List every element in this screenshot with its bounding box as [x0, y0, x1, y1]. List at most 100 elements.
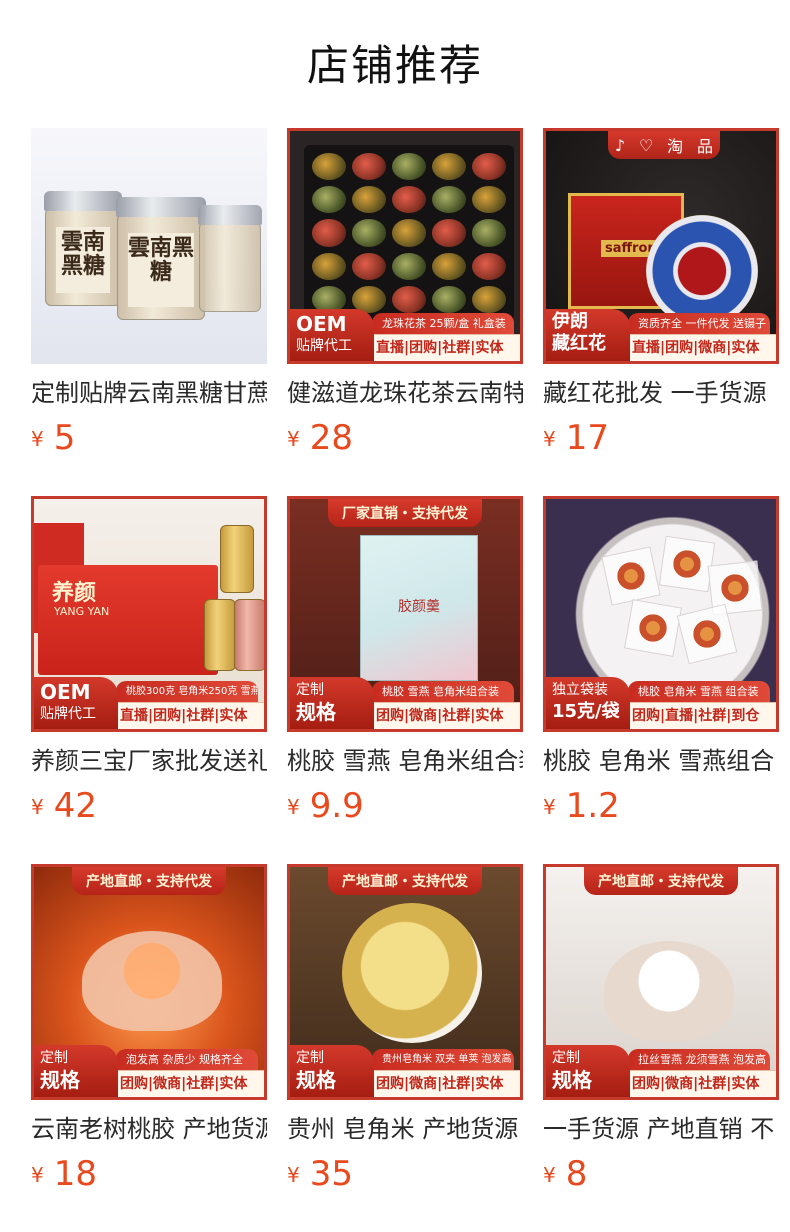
product-image[interactable]: 养颜 YANG YAN 桃胶300克 皂角米250克 雪燕200克 直播|团购|…	[31, 496, 267, 732]
promo-bar: 龙珠花茶 25颗/盒 礼盒装 直播|团购|社群|实体 OEM 贴牌代工	[290, 305, 520, 361]
hands-holding-peach-gum	[82, 931, 222, 1031]
product-title[interactable]: 藏红花批发 一手货源	[543, 376, 779, 410]
promo-bar-top: 桃胶300克 皂角米250克 雪燕200克	[116, 681, 258, 703]
promo-bar-bottom: 团购|微商|社群|实体	[366, 702, 520, 729]
promo-bar: 桃胶 皂角米 雪燕 组合装 团购|直播|社群|到仓 独立袋装 15克/袋	[546, 673, 776, 729]
sachet	[624, 599, 682, 657]
product-price: ¥17	[543, 418, 609, 458]
badge-sub: 贴牌代工	[296, 338, 352, 354]
promo-badge: 定制 规格	[546, 1045, 630, 1097]
product-title[interactable]: 桃胶 皂角米 雪燕组合	[543, 744, 779, 778]
product-image[interactable]: saffron ♪ ♡ 淘 品 资质齐全 一件代发 送镊子 直播|团购|微商|实…	[543, 128, 779, 364]
jar	[204, 599, 236, 671]
price-amount: 18	[53, 1154, 97, 1194]
promo-bar-bottom: 直播|团购|社群|实体	[110, 702, 264, 729]
product-price: ¥28	[287, 418, 353, 458]
product-card[interactable]: 雲南黑糖 雲南黑糖 定制贴牌云南黑糖甘蔗 ¥5	[31, 128, 267, 496]
product-image[interactable]: 桃胶 皂角米 雪燕 组合装 团购|直播|社群|到仓 独立袋装 15克/袋	[543, 496, 779, 732]
promo-bar: 贵州皂角米 双夹 单荚 泡发高 团购|微商|社群|实体 定制 规格	[290, 1041, 520, 1097]
badge-main: 伊朗	[552, 311, 588, 332]
promo-bar: 桃胶300克 皂角米250克 雪燕200克 直播|团购|社群|实体 OEM 贴牌…	[34, 673, 264, 729]
promo-bar-top: 桃胶 皂角米 雪燕 组合装	[628, 681, 770, 703]
product-grid: 雲南黑糖 雲南黑糖 定制贴牌云南黑糖甘蔗 ¥5 龙珠花茶 25颗/盒 礼盒装 直…	[31, 128, 779, 1232]
promo-bar: 资质齐全 一件代发 送镊子 直播|团购|微商|实体 伊朗 藏红花	[546, 305, 776, 361]
badge-main: 规格	[552, 1068, 592, 1092]
promo-bar-top: 龙珠花茶 25颗/盒 礼盒装	[372, 313, 514, 335]
box-title: 养颜	[52, 581, 97, 606]
platform-icons: ♪ ♡ 淘 品	[608, 131, 720, 159]
product-title[interactable]: 贵州 皂角米 产地货源	[287, 1112, 523, 1146]
douyin-icon: ♪	[614, 135, 626, 155]
jar	[198, 205, 262, 312]
product-card[interactable]: 产地直邮・支持代发 拉丝雪燕 龙须雪燕 泡发高 团购|微商|社群|实体 定制 规…	[543, 864, 779, 1232]
promo-bar: 拉丝雪燕 龙须雪燕 泡发高 团购|微商|社群|实体 定制 规格	[546, 1041, 776, 1097]
product-image[interactable]: 产地直邮・支持代发 贵州皂角米 双夹 单荚 泡发高 团购|微商|社群|实体 定制…	[287, 864, 523, 1100]
product-image[interactable]: 产地直邮・支持代发 泡发高 杂质少 规格齐全 团购|微商|社群|实体 定制 规格	[31, 864, 267, 1100]
promo-bar-top: 资质齐全 一件代发 送镊子	[628, 313, 770, 335]
price-amount: 5	[53, 418, 76, 458]
badge-main: 规格	[40, 1068, 80, 1092]
promo-bar-top: 泡发高 杂质少 规格齐全	[116, 1049, 258, 1071]
badge-sub: 定制	[296, 682, 324, 698]
currency-symbol: ¥	[287, 1163, 300, 1187]
price-amount: 35	[309, 1154, 353, 1194]
price-amount: 1.2	[565, 786, 620, 826]
promo-bar-top: 贵州皂角米 双夹 单荚 泡发高	[372, 1049, 514, 1071]
currency-symbol: ¥	[287, 427, 300, 451]
product-image[interactable]: 产地直邮・支持代发 拉丝雪燕 龙须雪燕 泡发高 团购|微商|社群|实体 定制 规…	[543, 864, 779, 1100]
badge-main: 规格	[296, 1068, 336, 1092]
product-image[interactable]: 胶颜羹 厂家直销・支持代发 桃胶 雪燕 皂角米组合装 团购|微商|社群|实体 定…	[287, 496, 523, 732]
promo-badge: 定制 规格	[34, 1045, 118, 1097]
product-card[interactable]: 桃胶 皂角米 雪燕 组合装 团购|直播|社群|到仓 独立袋装 15克/袋 桃胶 …	[543, 496, 779, 864]
store-recommendations-page: 店铺推荐 雲南黑糖 雲南黑糖 定制贴牌云南黑糖甘蔗 ¥ 5 龙珠花茶 25颗/盒…	[0, 0, 790, 1232]
badge-sub: 定制	[40, 1050, 68, 1066]
product-card[interactable]: 养颜 YANG YAN 桃胶300克 皂角米250克 雪燕200克 直播|团购|…	[31, 496, 267, 864]
jar: 雲南黑糖	[44, 191, 122, 306]
badge-sub: 贴牌代工	[40, 706, 96, 722]
jar: 雲南黑糖	[116, 197, 206, 320]
currency-symbol: ¥	[31, 427, 44, 451]
hands-holding-snow-swallow	[604, 941, 734, 1041]
promo-bar-top: 拉丝雪燕 龙须雪燕 泡发高	[628, 1049, 770, 1071]
currency-symbol: ¥	[543, 795, 556, 819]
product-card[interactable]: 产地直邮・支持代发 贵州皂角米 双夹 单荚 泡发高 团购|微商|社群|实体 定制…	[287, 864, 523, 1232]
product-title[interactable]: 一手货源 产地直销 不	[543, 1112, 779, 1146]
bowl-of-saponin-rice	[342, 903, 482, 1043]
promo-badge: 定制 规格	[290, 677, 374, 729]
product-image[interactable]: 雲南黑糖 雲南黑糖	[31, 128, 267, 364]
promo-badge: 定制 规格	[290, 1045, 374, 1097]
promo-bar-bottom: 团购|微商|社群|实体	[366, 1070, 520, 1097]
product-title[interactable]: 定制贴牌云南黑糖甘蔗	[31, 376, 267, 410]
product-photo: 雲南黑糖 雲南黑糖	[31, 128, 267, 364]
product-title[interactable]: 养颜三宝厂家批发送礼	[31, 744, 267, 778]
product-title[interactable]: 健滋道龙珠花茶云南特	[287, 376, 523, 410]
promo-bar-bottom: 团购|微商|社群|实体	[622, 1070, 776, 1097]
price-amount: 9.9	[309, 786, 364, 826]
product-image[interactable]: 龙珠花茶 25颗/盒 礼盒装 直播|团购|社群|实体 OEM 贴牌代工	[287, 128, 523, 364]
badge-main: OEM	[40, 680, 91, 704]
taobao-icon: 淘	[667, 137, 684, 156]
badge-sub: 独立袋装	[552, 682, 608, 698]
product-card[interactable]: 龙珠花茶 25颗/盒 礼盒装 直播|团购|社群|实体 OEM 贴牌代工 健滋道龙…	[287, 128, 523, 496]
gift-box: 养颜 YANG YAN	[38, 565, 218, 675]
jar	[220, 525, 254, 593]
promo-bar-bottom: 直播|团购|微商|实体	[622, 334, 776, 361]
promo-bar-bottom: 团购|微商|社群|实体	[110, 1070, 264, 1097]
badge-main: 15克/袋	[552, 701, 620, 722]
top-banner: 产地直邮・支持代发	[584, 867, 738, 895]
top-banner: 厂家直销・支持代发	[328, 499, 482, 527]
price-amount: 8	[565, 1154, 588, 1194]
product-title[interactable]: 桃胶 雪燕 皂角米组合装	[287, 744, 523, 778]
box-subtitle: YANG YAN	[54, 605, 110, 618]
product-price: ¥18	[31, 1154, 97, 1194]
jar-label: 雲南黑糖	[56, 227, 110, 293]
product-card[interactable]: 胶颜羹 厂家直销・支持代发 桃胶 雪燕 皂角米组合装 团购|微商|社群|实体 定…	[287, 496, 523, 864]
product-price: ¥35	[287, 1154, 353, 1194]
product-title[interactable]: 云南老树桃胶 产地货源	[31, 1112, 267, 1146]
product-card[interactable]: 产地直邮・支持代发 泡发高 杂质少 规格齐全 团购|微商|社群|实体 定制 规格…	[31, 864, 267, 1232]
badge-main: OEM	[296, 312, 347, 336]
product-card[interactable]: saffron ♪ ♡ 淘 品 资质齐全 一件代发 送镊子 直播|团购|微商|实…	[543, 128, 779, 496]
currency-symbol: ¥	[31, 1163, 44, 1187]
price-amount: 42	[53, 786, 97, 826]
product-box: 胶颜羹	[360, 535, 478, 681]
